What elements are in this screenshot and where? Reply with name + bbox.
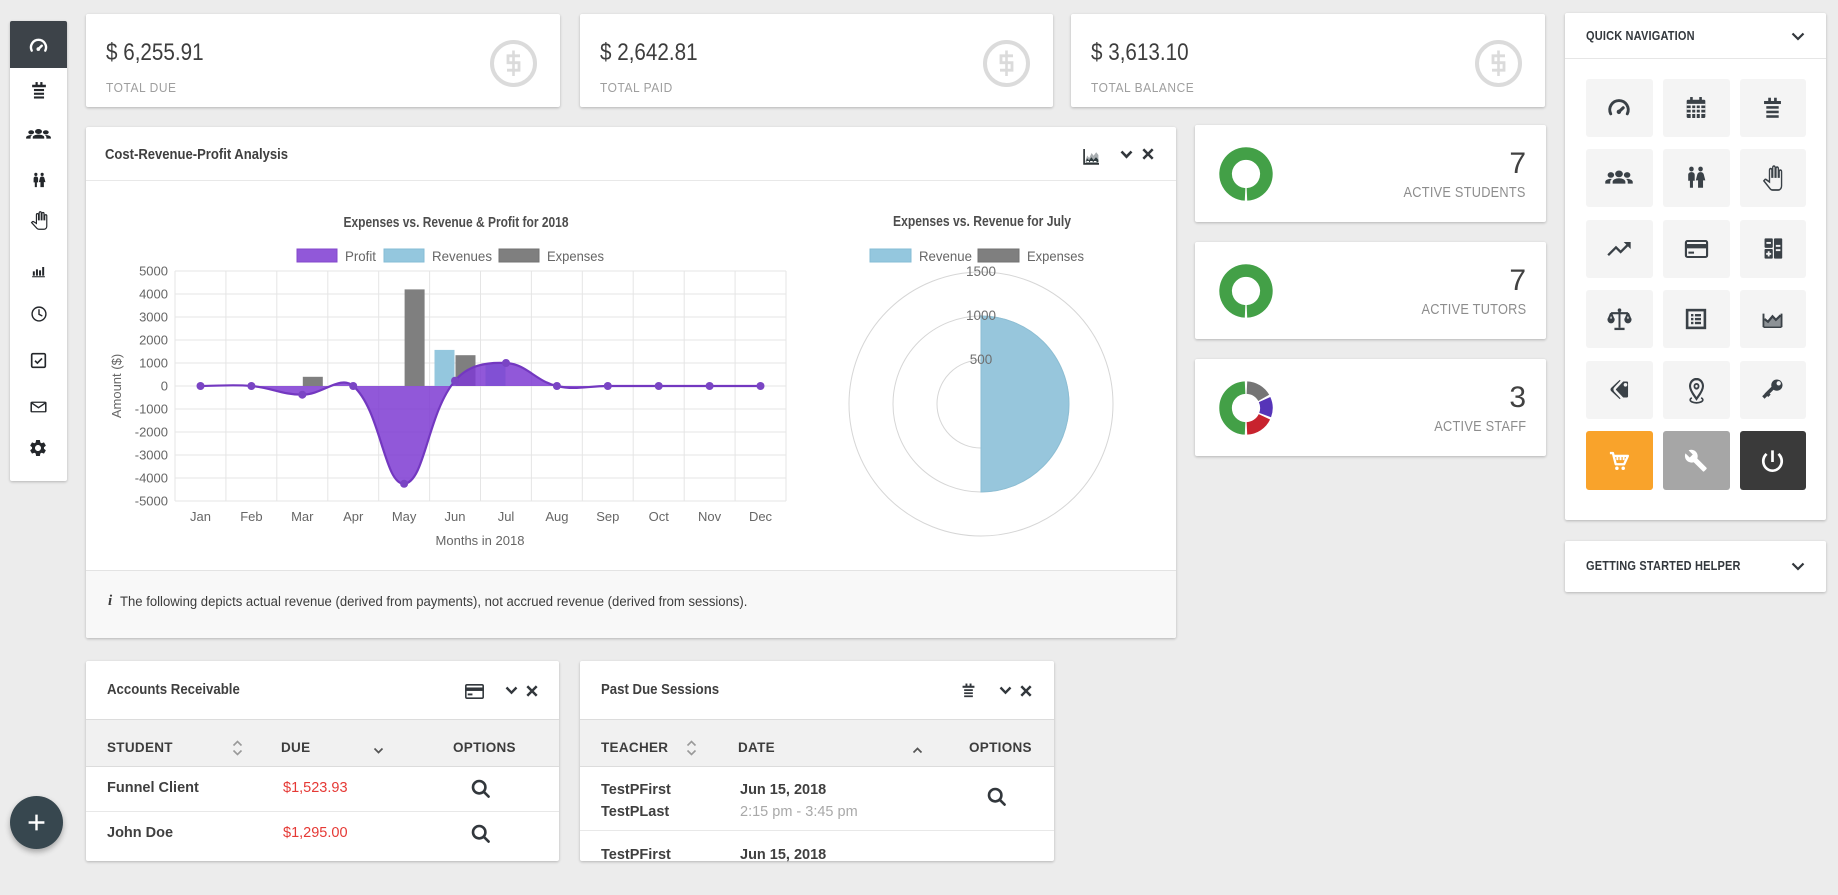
svg-text:-4000: -4000 bbox=[135, 471, 168, 486]
svg-text:-5000: -5000 bbox=[135, 494, 168, 509]
svg-text:Feb: Feb bbox=[240, 509, 262, 524]
svg-text:Expenses: Expenses bbox=[1027, 248, 1084, 264]
svg-text:Mar: Mar bbox=[291, 509, 314, 524]
svg-text:Nov: Nov bbox=[698, 509, 722, 524]
svg-text:3000: 3000 bbox=[139, 310, 168, 325]
svg-text:Expenses vs. Revenue for July: Expenses vs. Revenue for July bbox=[893, 213, 1072, 230]
svg-text:-2000: -2000 bbox=[135, 425, 168, 440]
svg-text:Dec: Dec bbox=[749, 509, 773, 524]
svg-text:Amount ($): Amount ($) bbox=[109, 354, 124, 418]
svg-text:Expenses: Expenses bbox=[547, 248, 604, 264]
svg-text:Jun: Jun bbox=[445, 509, 466, 524]
svg-text:Jan: Jan bbox=[190, 509, 211, 524]
svg-text:5000: 5000 bbox=[139, 264, 168, 279]
svg-text:-3000: -3000 bbox=[135, 448, 168, 463]
svg-text:1000: 1000 bbox=[966, 308, 996, 323]
svg-text:Revenues: Revenues bbox=[432, 248, 492, 264]
svg-text:Profit: Profit bbox=[345, 248, 376, 264]
svg-text:May: May bbox=[392, 509, 417, 524]
svg-text:Months in 2018: Months in 2018 bbox=[436, 533, 525, 548]
svg-text:Expenses vs. Revenue & Profit: Expenses vs. Revenue & Profit for 2018 bbox=[344, 214, 569, 231]
svg-text:Revenue: Revenue bbox=[919, 248, 972, 264]
svg-text:Sep: Sep bbox=[596, 509, 619, 524]
svg-text:Aug: Aug bbox=[545, 509, 568, 524]
svg-text:Oct: Oct bbox=[649, 509, 670, 524]
svg-text:500: 500 bbox=[970, 352, 993, 367]
svg-text:4000: 4000 bbox=[139, 287, 168, 302]
svg-text:-1000: -1000 bbox=[135, 402, 168, 417]
svg-text:Apr: Apr bbox=[343, 509, 364, 524]
svg-text:2000: 2000 bbox=[139, 333, 168, 348]
svg-text:0: 0 bbox=[161, 379, 168, 394]
svg-text:Jul: Jul bbox=[498, 509, 515, 524]
svg-text:1000: 1000 bbox=[139, 356, 168, 371]
svg-text:1500: 1500 bbox=[966, 264, 996, 279]
